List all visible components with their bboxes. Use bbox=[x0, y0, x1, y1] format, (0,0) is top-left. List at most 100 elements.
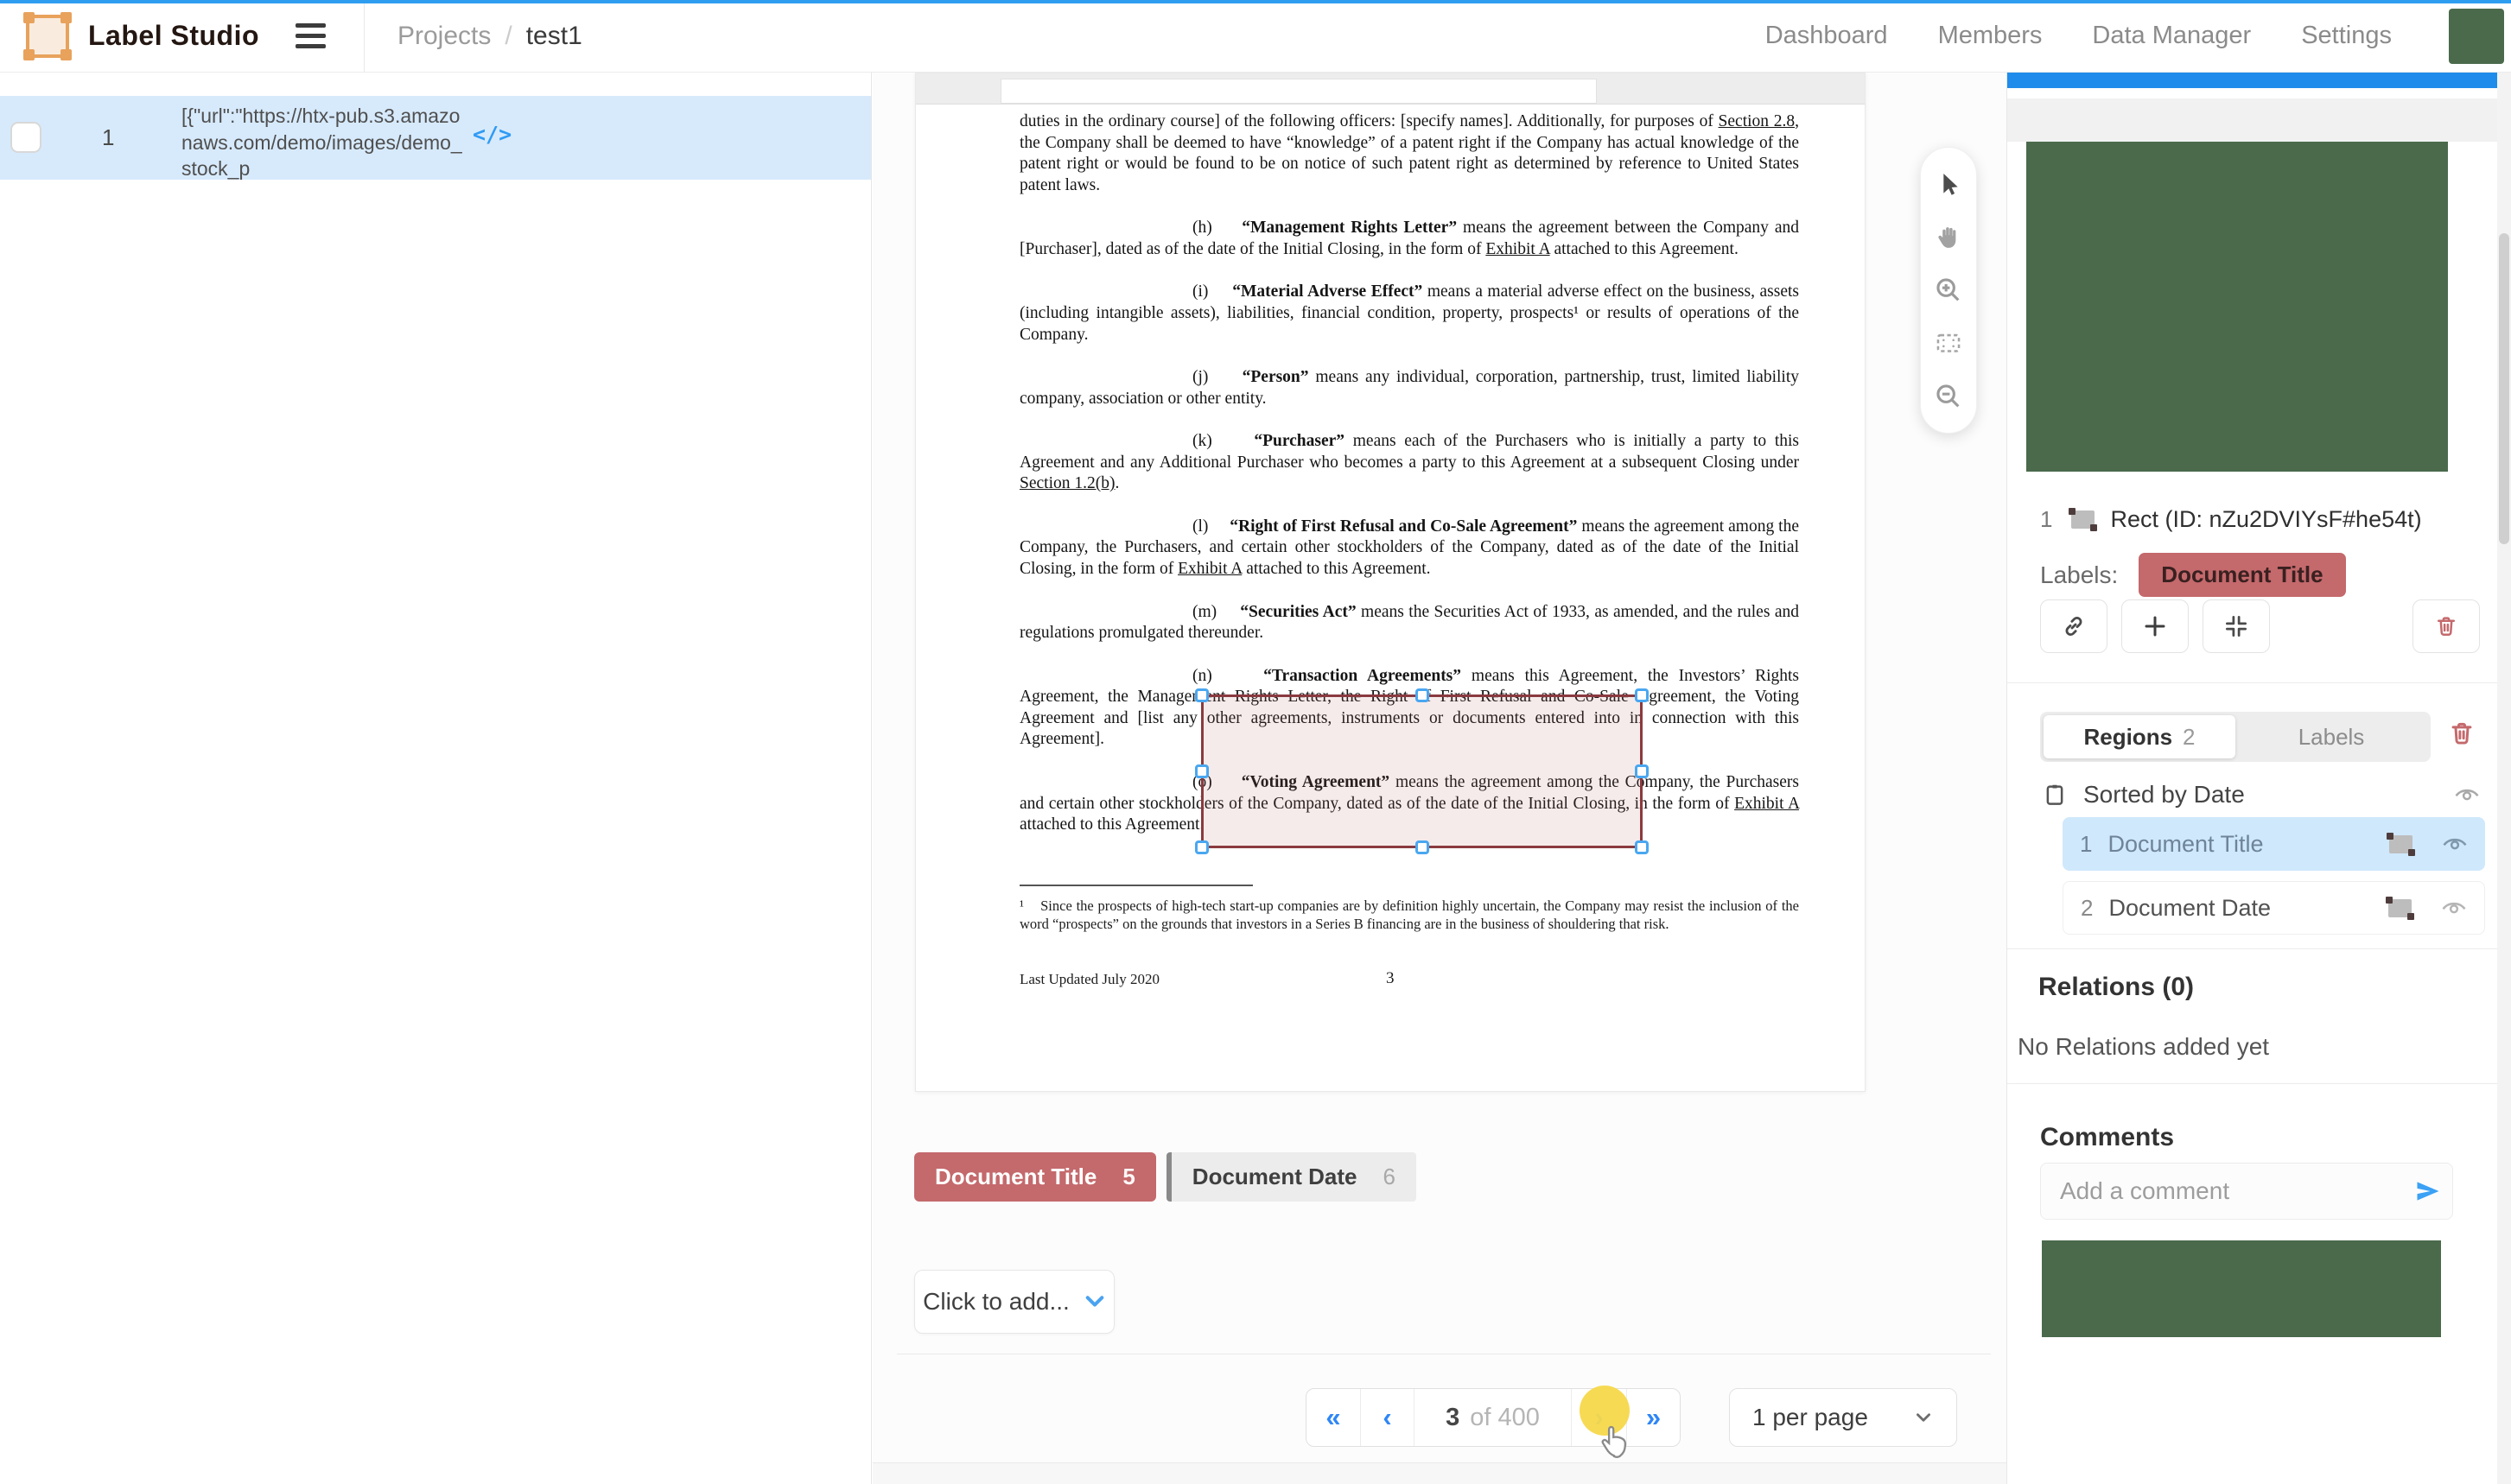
app-title: Label Studio bbox=[88, 20, 259, 52]
user-avatar[interactable] bbox=[2449, 9, 2504, 64]
app-header: Label Studio Projects / test1 Dashboard … bbox=[0, 0, 2511, 73]
create-relation-button[interactable] bbox=[2040, 599, 2107, 653]
scrollbar-thumb[interactable] bbox=[2499, 233, 2509, 544]
trash-icon bbox=[2433, 613, 2459, 639]
region-row-document-date[interactable]: 2 Document Date bbox=[2063, 881, 2485, 935]
footnote-rule bbox=[1020, 885, 1253, 886]
tab-labels-label: Labels bbox=[2298, 724, 2365, 751]
region-handle[interactable] bbox=[1635, 764, 1649, 778]
region-label-badge[interactable]: Document Title bbox=[2139, 553, 2345, 597]
task-row-selected[interactable]: 1 [{"url":"https://htx-pub.s3.amazonaws.… bbox=[0, 96, 871, 180]
fit-to-screen-tool-icon[interactable] bbox=[1933, 328, 1964, 359]
document-paragraphs: duties in the ordinary course] of the fo… bbox=[1020, 111, 1799, 993]
redacted-block bbox=[2042, 1240, 2441, 1337]
chevron-down-icon bbox=[1913, 1407, 1934, 1428]
breadcrumb-separator: / bbox=[505, 22, 512, 51]
label-hotkey: 5 bbox=[1122, 1164, 1135, 1190]
document-footer-left: Last Updated July 2020 bbox=[1020, 971, 1160, 987]
region-labels-row: Labels: Document Title bbox=[2040, 553, 2346, 597]
scrollbar-track[interactable] bbox=[2497, 73, 2511, 1484]
selected-region-id: Rect (ID: nZu2DVIYsF#he54t) bbox=[2110, 506, 2421, 533]
annotation-workspace: duties in the ordinary course] of the fo… bbox=[873, 73, 2006, 1484]
per-page-value: 1 per page bbox=[1752, 1404, 1868, 1431]
send-comment-button[interactable] bbox=[2404, 1164, 2452, 1219]
document-canvas[interactable]: duties in the ordinary course] of the fo… bbox=[915, 73, 1866, 1092]
comment-input[interactable] bbox=[2041, 1177, 2404, 1205]
current-page: 3 bbox=[1446, 1404, 1459, 1432]
nav-members[interactable]: Members bbox=[1938, 22, 2043, 50]
sort-by-label: Sorted by Date bbox=[2083, 781, 2245, 809]
breadcrumb-current-project: test1 bbox=[526, 22, 582, 51]
add-region-button[interactable] bbox=[2121, 599, 2189, 653]
comments-title: Comments bbox=[2040, 1123, 2174, 1152]
tab-regions[interactable]: Regions 2 bbox=[2044, 715, 2235, 758]
region-handle[interactable] bbox=[1195, 764, 1209, 778]
chevron-down-icon bbox=[1084, 1291, 1106, 1313]
regions-count: 2 bbox=[2183, 724, 2195, 751]
tab-labels[interactable]: Labels bbox=[2235, 715, 2427, 758]
toggle-all-visibility-icon[interactable] bbox=[2454, 785, 2480, 804]
label-choice-document-date[interactable]: Document Date 6 bbox=[1167, 1152, 1416, 1202]
document-footnote: ¹ Since the prospects of high-tech start… bbox=[1020, 897, 1799, 934]
annotation-region-rect[interactable] bbox=[1201, 694, 1643, 848]
breadcrumb: Projects / test1 bbox=[397, 22, 582, 51]
label-hotkey: 6 bbox=[1383, 1164, 1395, 1190]
document-paragraph: (h) “Management Rights Letter” means the… bbox=[1020, 218, 1799, 260]
zoom-out-tool-icon[interactable] bbox=[1933, 381, 1964, 412]
region-handle[interactable] bbox=[1415, 688, 1429, 702]
clipboard-icon bbox=[2042, 782, 2068, 808]
page-status: 3 of 400 bbox=[1414, 1389, 1571, 1446]
label-choice-text: Document Date bbox=[1192, 1164, 1357, 1190]
page-top-remnant-box bbox=[1001, 79, 1597, 104]
label-studio-logo-icon[interactable] bbox=[26, 15, 69, 58]
region-handle[interactable] bbox=[1635, 688, 1649, 702]
label-choice-document-title[interactable]: Document Title 5 bbox=[914, 1152, 1156, 1202]
delete-region-button[interactable] bbox=[2412, 599, 2480, 653]
region-row-label: Document Date bbox=[2108, 895, 2271, 922]
region-handle[interactable] bbox=[1415, 840, 1429, 854]
page-total: of 400 bbox=[1470, 1404, 1540, 1432]
region-handle[interactable] bbox=[1195, 840, 1209, 854]
first-page-button[interactable]: « bbox=[1306, 1389, 1360, 1446]
region-sort-row[interactable]: Sorted by Date bbox=[2042, 777, 2480, 812]
collapse-region-button[interactable] bbox=[2203, 599, 2270, 653]
click-to-add-dropdown[interactable]: Click to add... bbox=[914, 1270, 1115, 1334]
top-accent-line bbox=[0, 0, 2511, 3]
nav-dashboard[interactable]: Dashboard bbox=[1765, 22, 1888, 50]
visibility-eye-icon[interactable] bbox=[2441, 898, 2467, 917]
hand-cursor-icon bbox=[1598, 1417, 1636, 1459]
per-page-select[interactable]: 1 per page bbox=[1729, 1388, 1957, 1447]
label-studio-app: Label Studio Projects / test1 Dashboard … bbox=[0, 0, 2511, 1484]
region-handle[interactable] bbox=[1635, 840, 1649, 854]
sidebar-progress-bar bbox=[2007, 73, 2497, 88]
region-action-buttons bbox=[2040, 599, 2480, 655]
nav-settings[interactable]: Settings bbox=[2301, 22, 2392, 50]
region-row-index: 2 bbox=[2081, 895, 2093, 922]
document-footer: Last Updated July 20203 bbox=[1020, 970, 1799, 993]
zoom-in-tool-icon[interactable] bbox=[1933, 275, 1964, 306]
click-to-add-label: Click to add... bbox=[923, 1288, 1070, 1316]
region-handle[interactable] bbox=[1195, 688, 1209, 702]
hamburger-menu-icon[interactable] bbox=[296, 23, 326, 48]
label-choice-text: Document Title bbox=[935, 1164, 1097, 1190]
breadcrumb-projects-link[interactable]: Projects bbox=[397, 22, 491, 51]
document-paragraph: (j) “Person” means any individual, corpo… bbox=[1020, 367, 1799, 409]
header-divider bbox=[364, 0, 365, 72]
previous-page-button[interactable]: ‹ bbox=[1360, 1389, 1414, 1446]
delete-all-regions-button[interactable] bbox=[2447, 719, 2476, 748]
task-checkbox[interactable] bbox=[10, 122, 41, 153]
visibility-eye-icon[interactable] bbox=[2442, 834, 2468, 853]
code-icon[interactable]: </> bbox=[473, 122, 512, 147]
task-data-url: [{"url":"https://htx-pub.s3.amazonaws.co… bbox=[181, 103, 467, 182]
relations-title: Relations (0) bbox=[2038, 973, 2194, 1002]
send-icon bbox=[2415, 1180, 2441, 1202]
task-list-panel: 1 [{"url":"https://htx-pub.s3.amazonaws.… bbox=[0, 73, 872, 1484]
select-cursor-tool-icon[interactable] bbox=[1933, 168, 1964, 200]
tab-regions-label: Regions bbox=[2083, 724, 2172, 751]
region-row-document-title[interactable]: 1 Document Title bbox=[2063, 817, 2485, 871]
task-index: 1 bbox=[102, 124, 114, 151]
document-paragraph: (k) “Purchaser” means each of the Purcha… bbox=[1020, 431, 1799, 495]
pan-hand-tool-icon[interactable] bbox=[1933, 222, 1964, 253]
region-row-label: Document Title bbox=[2107, 831, 2263, 858]
nav-data-manager[interactable]: Data Manager bbox=[2092, 22, 2251, 50]
